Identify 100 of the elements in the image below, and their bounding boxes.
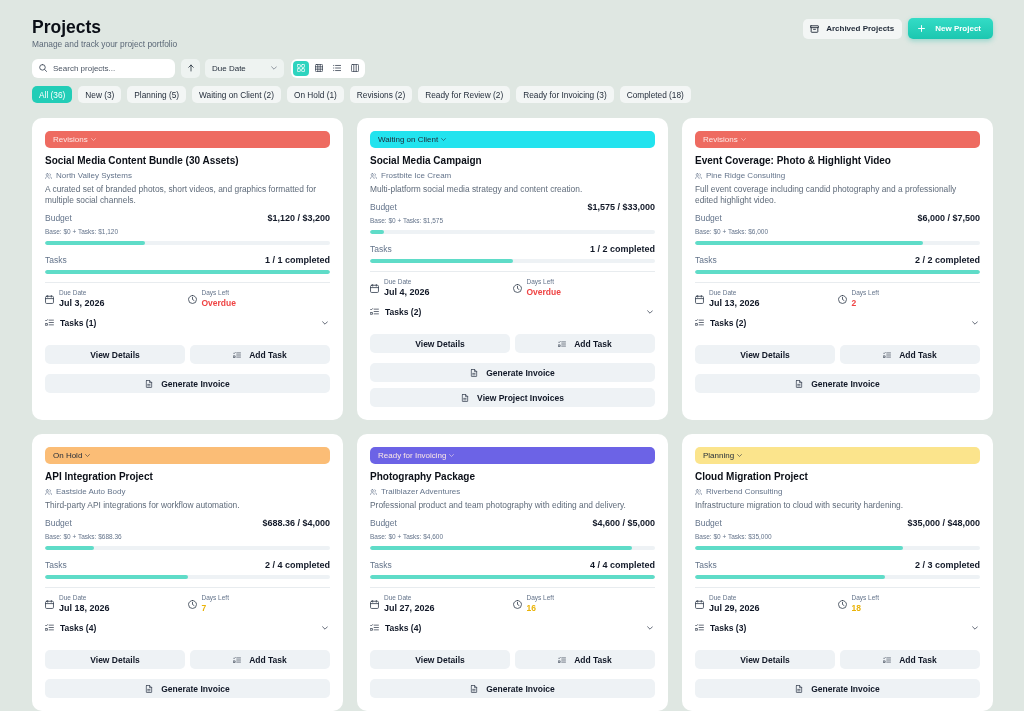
status-filter-tab[interactable]: Ready for Review (2) <box>418 86 511 103</box>
archived-projects-button[interactable]: Archived Projects <box>803 18 903 39</box>
document-icon <box>470 684 479 693</box>
details-button[interactable]: View Details <box>695 345 835 364</box>
chevron-down-icon <box>441 138 447 141</box>
client-name: Trailblazer Adventures <box>381 486 461 497</box>
client-name: North Valley Systems <box>56 170 132 181</box>
sort-field-select[interactable]: Due Date <box>205 58 284 78</box>
days-left-value: Overdue <box>201 297 236 309</box>
budget-amount: $1,575 / $33,000 <box>587 202 655 212</box>
clock-icon <box>837 599 847 609</box>
project-description: A curated set of branded photos, short videos, and graphics formatted for multiple social channels. <box>45 184 317 206</box>
tasks-label: Tasks <box>45 255 67 265</box>
days-left-value: 2 <box>851 297 858 309</box>
checklist-icon <box>233 655 242 664</box>
project-title: Social Media Content Bundle (30 Assets) <box>45 154 240 167</box>
due-date-value: Jul 13, 2026 <box>709 297 760 309</box>
tasks-label: Tasks <box>695 255 717 265</box>
details-button[interactable]: View Details <box>45 650 185 669</box>
document-icon <box>470 368 479 377</box>
chevron-down-icon <box>740 138 746 141</box>
status-filter-tab[interactable]: Completed (18) <box>619 86 691 103</box>
status-filter-tab[interactable]: On Hold (1) <box>286 86 344 103</box>
invoice-button[interactable]: Generate Invoice <box>45 374 330 393</box>
project-title: Social Media Campaign <box>370 154 483 167</box>
add-task-button[interactable]: Add Task <box>190 650 330 669</box>
client-name: Eastside Auto Body <box>56 486 126 497</box>
calendar-icon <box>370 283 379 293</box>
clock-icon <box>512 599 522 609</box>
calendar-icon <box>695 599 704 609</box>
tasks-toggle[interactable]: Tasks (1) <box>45 316 330 329</box>
invoice-button[interactable]: Generate Invoice <box>370 363 655 382</box>
status-filter-tab[interactable]: Revisions (2) <box>349 86 413 103</box>
page-subtitle: Manage and track your project portfolio <box>32 39 178 49</box>
budget-amount: $35,000 / $48,000 <box>907 518 980 528</box>
status-dropdown[interactable]: Planning <box>695 447 980 464</box>
details-button[interactable]: View Details <box>370 650 510 669</box>
budget-amount: $688.36 / $4,000 <box>262 518 330 528</box>
days-left-value: Overdue <box>526 286 561 298</box>
chevron-down-icon <box>449 454 455 457</box>
status-dropdown[interactable]: Ready for Invoicing <box>370 447 655 464</box>
details-button[interactable]: View Details <box>695 650 835 669</box>
days-left-value: 7 <box>201 602 208 614</box>
checklist-icon <box>883 655 892 664</box>
tasks-toggle[interactable]: Tasks (2) <box>695 316 980 329</box>
budget-amount: $6,000 / $7,500 <box>917 213 980 223</box>
invoice-button[interactable]: Generate Invoice <box>45 679 330 698</box>
status-filter-tab[interactable]: New (3) <box>78 86 122 103</box>
status-filter-tab[interactable]: Ready for Invoicing (3) <box>516 86 614 103</box>
add-task-button[interactable]: Add Task <box>515 334 655 353</box>
tasks-completed: 1 / 2 completed <box>589 244 655 254</box>
status-dropdown[interactable]: On Hold <box>45 447 330 464</box>
search-icon <box>39 64 47 72</box>
search-field[interactable]: Search projects... <box>32 58 175 78</box>
status-filter-tab[interactable]: Waiting on Client (2) <box>192 86 281 103</box>
invoice-button[interactable]: Generate Invoice <box>695 374 980 393</box>
days-left-value: 16 <box>526 602 537 614</box>
checklist-icon <box>45 624 54 631</box>
details-button[interactable]: View Details <box>370 334 510 353</box>
people-icon <box>370 488 377 495</box>
client-name: Riverbend Consulting <box>706 486 783 497</box>
project-description: Third-party API integrations for workflow automation. <box>45 500 241 511</box>
budget-amount: $1,120 / $3,200 <box>267 213 330 223</box>
calendar-icon <box>370 599 379 609</box>
invoices-button[interactable]: View Project Invoices <box>370 388 655 407</box>
people-icon <box>695 488 702 495</box>
due-date-value: Jul 3, 2026 <box>59 297 105 309</box>
tasks-toggle[interactable]: Tasks (2) <box>370 305 655 318</box>
add-task-button[interactable]: Add Task <box>840 345 980 364</box>
days-left-value: 18 <box>851 602 862 614</box>
add-task-button[interactable]: Add Task <box>190 345 330 364</box>
chevron-down-icon <box>737 454 743 457</box>
tasks-toggle[interactable]: Tasks (4) <box>45 621 330 634</box>
tasks-label: Tasks <box>370 244 392 254</box>
list-icon <box>333 64 341 72</box>
invoice-button[interactable]: Generate Invoice <box>370 679 655 698</box>
tasks-toggle[interactable]: Tasks (4) <box>370 621 655 634</box>
add-task-button[interactable]: Add Task <box>515 650 655 669</box>
checklist-icon <box>558 339 567 348</box>
invoice-button[interactable]: Generate Invoice <box>695 679 980 698</box>
archive-icon <box>810 24 820 33</box>
due-date-value: Jul 29, 2026 <box>709 602 760 614</box>
people-icon <box>45 488 52 495</box>
tasks-completed: 1 / 1 completed <box>264 255 330 265</box>
status-filter-tab[interactable]: Planning (5) <box>127 86 187 103</box>
chevron-down-icon <box>85 454 91 457</box>
status-dropdown[interactable]: Waiting on Client <box>370 131 655 148</box>
add-task-button[interactable]: Add Task <box>840 650 980 669</box>
budget-label: Budget <box>45 213 72 223</box>
details-button[interactable]: View Details <box>45 345 185 364</box>
page-title: Projects <box>32 17 103 37</box>
tasks-toggle[interactable]: Tasks (3) <box>695 621 980 634</box>
checklist-icon <box>695 624 704 631</box>
plus-icon <box>918 25 926 32</box>
project-title: Event Coverage: Photo & Highlight Video <box>695 154 892 167</box>
budget-label: Budget <box>695 518 722 528</box>
due-date-value: Jul 27, 2026 <box>384 602 435 614</box>
table-icon <box>315 64 323 72</box>
project-title: API Integration Project <box>45 470 154 483</box>
budget-label: Budget <box>45 518 72 528</box>
